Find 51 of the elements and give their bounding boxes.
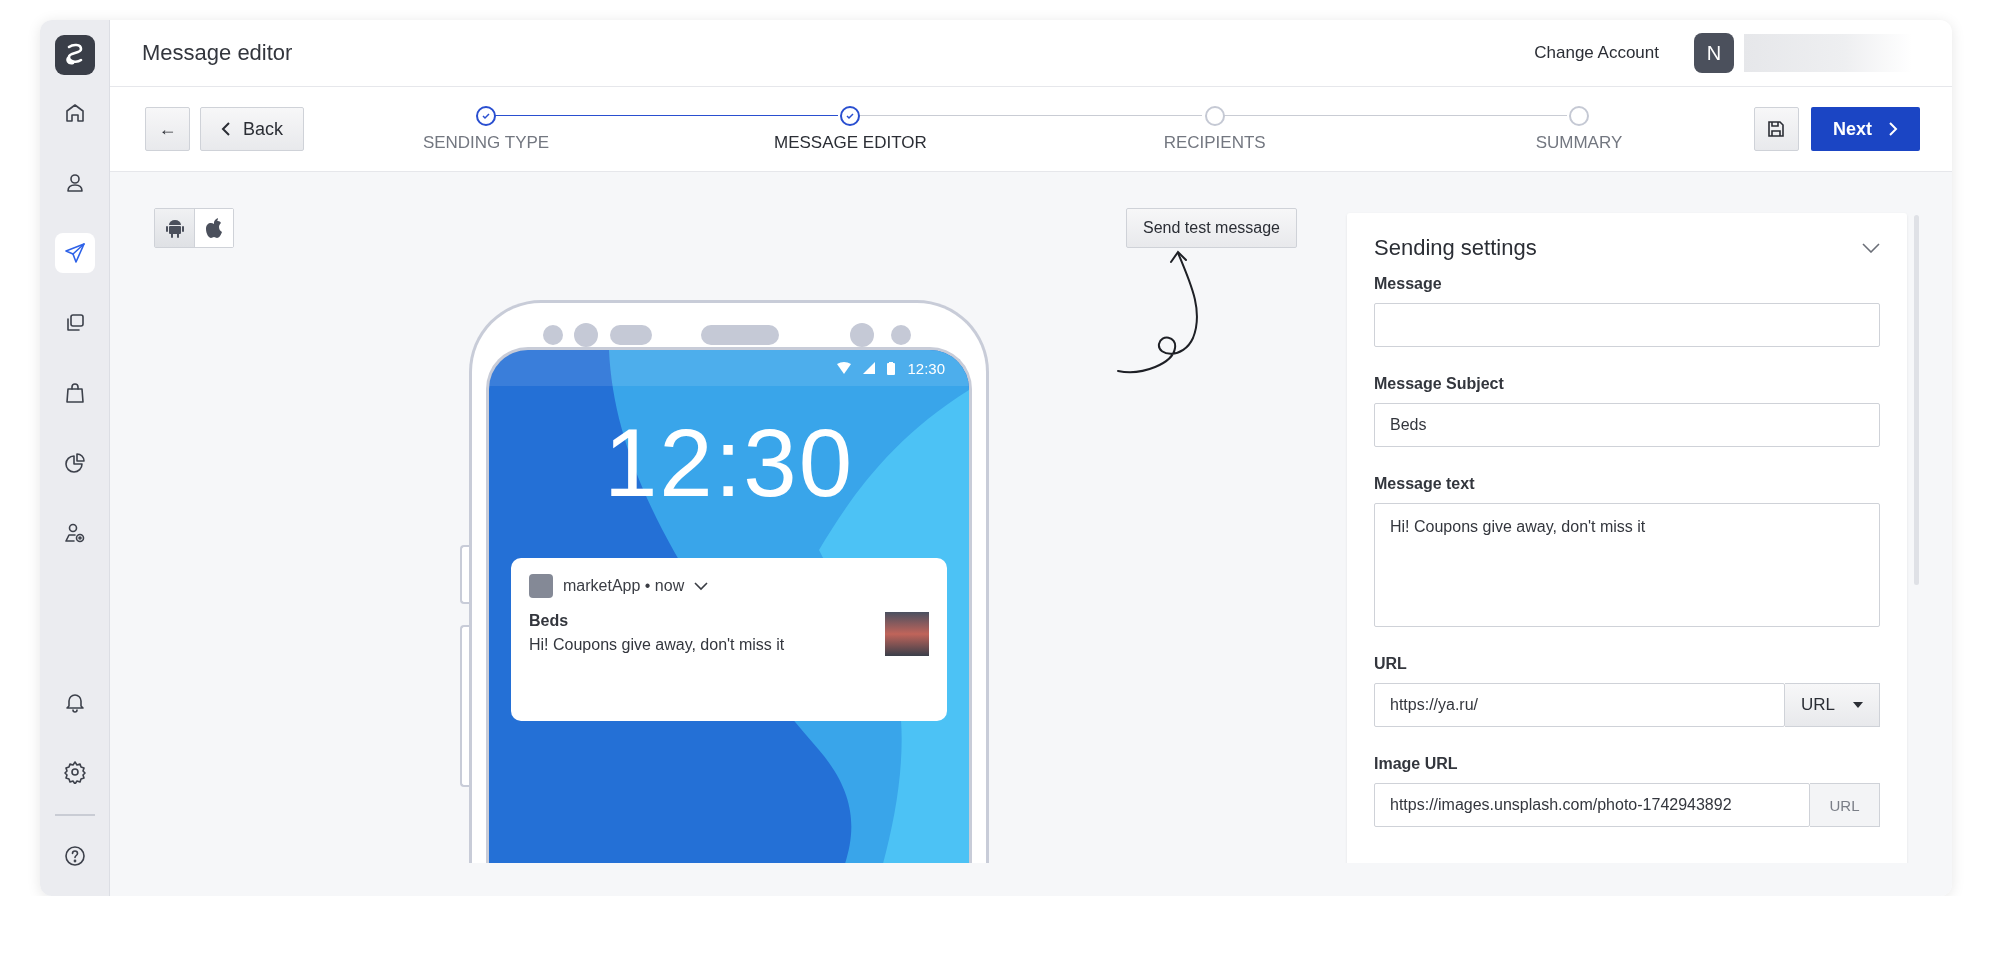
send-icon (62, 241, 87, 265)
change-account-link[interactable]: Change Account (1534, 43, 1659, 63)
image-url-field[interactable]: https://images.unsplash.com/photo-1742943892 (1374, 783, 1810, 827)
notification-app-line: marketApp • now (563, 577, 685, 595)
status-time: 12:30 (907, 359, 945, 377)
chevron-down-icon[interactable] (1862, 243, 1880, 253)
text-area[interactable]: Hi! Coupons give away, don't miss it (1374, 503, 1880, 627)
chevron-left-icon (221, 121, 231, 137)
caret-down-icon (1853, 702, 1863, 708)
android-icon (165, 218, 184, 238)
field-label: Message text (1374, 475, 1476, 493)
app-logo[interactable] (54, 35, 95, 75)
chevron-right-icon (1888, 121, 1898, 137)
url-addon: URL (1810, 783, 1880, 827)
settings-title: Sending settings (1374, 235, 1537, 261)
text-field[interactable]: Beds (1374, 403, 1880, 447)
back-button[interactable]: Back (200, 107, 305, 151)
app-icon (529, 574, 553, 598)
next-button[interactable]: Next (1811, 107, 1920, 151)
photo-placeholder (885, 612, 929, 656)
settings-icon (62, 760, 87, 784)
send-icon-button[interactable] (54, 233, 95, 273)
step-label: SENDING TYPE (422, 132, 550, 153)
apple-icon (205, 218, 223, 238)
user-settings-icon (62, 521, 87, 545)
notification-body: Hi! Coupons give away, don't miss it (529, 636, 785, 654)
help-icon (62, 844, 87, 868)
lock-screen-clock: 12:30 (602, 408, 856, 518)
url-type-dropdown[interactable]: URL (1785, 683, 1880, 727)
signal-icon (863, 362, 876, 374)
battery-icon (887, 361, 896, 375)
field-label: Message Subject (1374, 375, 1505, 393)
send-test-message-button[interactable]: Send test message (1126, 208, 1297, 248)
wifi-icon (837, 362, 852, 374)
apple-platform-button[interactable] (194, 209, 233, 247)
chevron-down-icon (694, 581, 709, 591)
step-label: MESSAGE EDITOR (774, 132, 927, 153)
pie-chart-icon (62, 451, 87, 475)
field-label: URL (1374, 655, 1408, 673)
field-label: Message (1374, 275, 1443, 293)
url-field[interactable]: https://ya.ru/ (1374, 683, 1785, 727)
account-avatar[interactable]: N (1694, 33, 1734, 73)
save-button[interactable] (1754, 107, 1799, 151)
android-platform-button[interactable] (155, 209, 194, 247)
field-label: Image URL (1374, 755, 1459, 773)
notification-title: Beds (529, 612, 570, 630)
step-label: RECIPIENTS (1163, 132, 1266, 153)
text-field[interactable] (1374, 303, 1880, 347)
step-label: SUMMARY (1535, 132, 1623, 153)
back-arrow-button[interactable]: ← (145, 107, 190, 151)
page-title: Message editor (142, 40, 294, 66)
